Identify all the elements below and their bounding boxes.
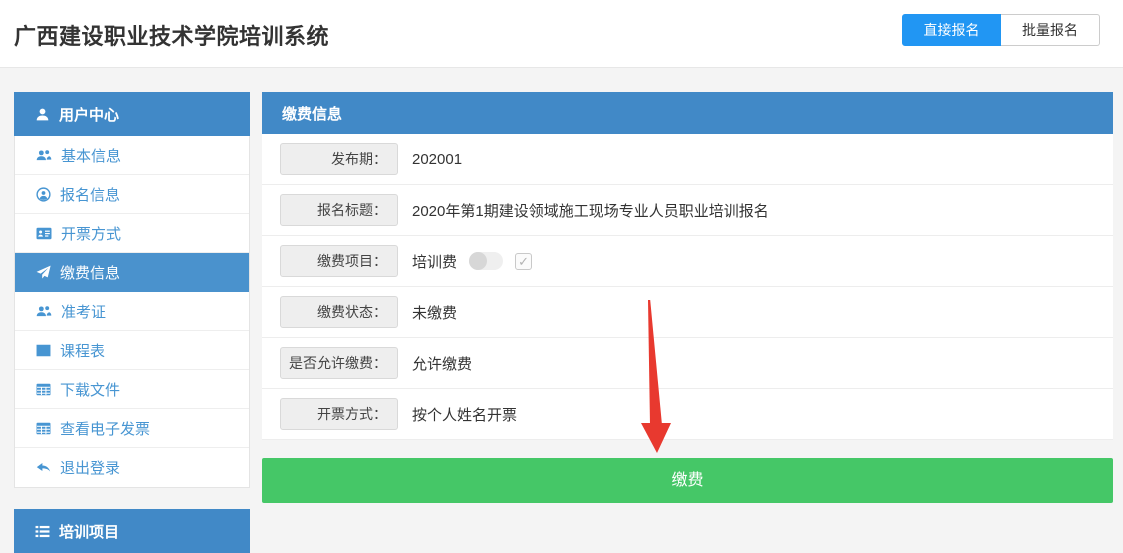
payment-item-checkbox[interactable]: ✓: [515, 253, 532, 270]
sidebar-item-admission-ticket[interactable]: 准考证: [15, 292, 249, 331]
sidebar-item-payment-info[interactable]: 缴费信息: [15, 253, 249, 292]
row-payment-status: 缴费状态： 未缴费: [262, 287, 1113, 338]
signup-button-group: 直接报名 批量报名: [902, 14, 1100, 46]
site-title: 广西建设职业技术学院培训系统: [14, 19, 329, 51]
allow-payment-value: 允许缴费: [412, 353, 472, 374]
table-icon: [36, 344, 51, 357]
publish-period-value: 202001: [412, 151, 462, 168]
top-header: 广西建设职业技术学院培训系统 直接报名 批量报名: [0, 0, 1123, 68]
invoice-method-label: 开票方式：: [280, 398, 398, 430]
list-icon: [35, 525, 50, 538]
sidebar-item-registration-info[interactable]: 报名信息: [15, 175, 249, 214]
sidebar-item-course-schedule[interactable]: 课程表: [15, 331, 249, 370]
batch-signup-button[interactable]: 批量报名: [1001, 14, 1100, 46]
sidebar-item-label: 准考证: [61, 301, 106, 322]
sidebar-item-label: 基本信息: [61, 145, 121, 166]
registration-title-value: 2020年第1期建设领域施工现场专业人员职业培训报名: [412, 200, 769, 221]
sidebar-item-label: 报名信息: [60, 184, 120, 205]
sidebar-header-training-projects[interactable]: 培训项目: [14, 509, 250, 553]
sidebar-item-basic-info[interactable]: 基本信息: [15, 136, 249, 175]
row-registration-title: 报名标题： 2020年第1期建设领域施工现场专业人员职业培训报名: [262, 185, 1113, 236]
pay-button[interactable]: 缴费: [262, 458, 1113, 503]
sidebar-header-user-center: 用户中心: [14, 92, 250, 136]
row-allow-payment: 是否允许缴费： 允许缴费: [262, 338, 1113, 389]
payment-info-panel: 发布期： 202001 报名标题： 2020年第1期建设领域施工现场专业人员职业…: [262, 134, 1113, 440]
sidebar-header-label: 用户中心: [59, 104, 119, 125]
sidebar-item-label: 课程表: [60, 340, 105, 361]
table-icon: [36, 422, 51, 435]
main-content: 缴费信息 发布期： 202001 报名标题： 2020年第1期建设领域施工现场专…: [262, 92, 1113, 503]
payment-item-value: 培训费: [412, 251, 457, 272]
toggle-knob: [469, 252, 487, 270]
sidebar-menu: 基本信息 报名信息 开票方式 缴费信息 准考证: [14, 136, 250, 488]
table-icon: [36, 383, 51, 396]
sidebar: 用户中心 基本信息 报名信息 开票方式 缴费信息: [14, 92, 250, 553]
invoice-method-value: 按个人姓名开票: [412, 404, 517, 425]
sidebar-item-label: 下载文件: [60, 379, 120, 400]
sidebar-item-download-files[interactable]: 下载文件: [15, 370, 249, 409]
sidebar-item-invoice-method[interactable]: 开票方式: [15, 214, 249, 253]
users-icon: [36, 304, 52, 318]
paper-plane-icon: [36, 265, 51, 280]
page: { "header": { "title": "广西建设职业技术学院培训系统",…: [0, 0, 1123, 547]
user-circle-icon: [36, 187, 51, 202]
sidebar-item-view-e-invoice[interactable]: 查看电子发票: [15, 409, 249, 448]
payment-item-toggle[interactable]: [469, 252, 503, 270]
direct-signup-button[interactable]: 直接报名: [902, 14, 1001, 46]
sidebar-item-label: 查看电子发票: [60, 418, 150, 439]
sidebar-item-label: 缴费信息: [60, 262, 120, 283]
sidebar-item-label: 退出登录: [60, 457, 120, 478]
user-icon: [35, 107, 50, 122]
panel-title: 缴费信息: [262, 92, 1113, 134]
users-icon: [36, 148, 52, 162]
publish-period-label: 发布期：: [280, 143, 398, 175]
registration-title-label: 报名标题：: [280, 194, 398, 226]
payment-status-value: 未缴费: [412, 302, 457, 323]
payment-item-label: 缴费项目：: [280, 245, 398, 277]
reply-icon: [36, 461, 51, 474]
row-payment-item: 缴费项目： 培训费 ✓: [262, 236, 1113, 287]
sidebar-item-logout[interactable]: 退出登录: [15, 448, 249, 487]
id-card-icon: [36, 227, 52, 240]
sidebar-item-label: 开票方式: [61, 223, 121, 244]
row-invoice-method: 开票方式： 按个人姓名开票: [262, 389, 1113, 440]
allow-payment-label: 是否允许缴费：: [280, 347, 398, 379]
row-publish-period: 发布期： 202001: [262, 134, 1113, 185]
sidebar-header-label: 培训项目: [59, 521, 119, 542]
payment-status-label: 缴费状态：: [280, 296, 398, 328]
